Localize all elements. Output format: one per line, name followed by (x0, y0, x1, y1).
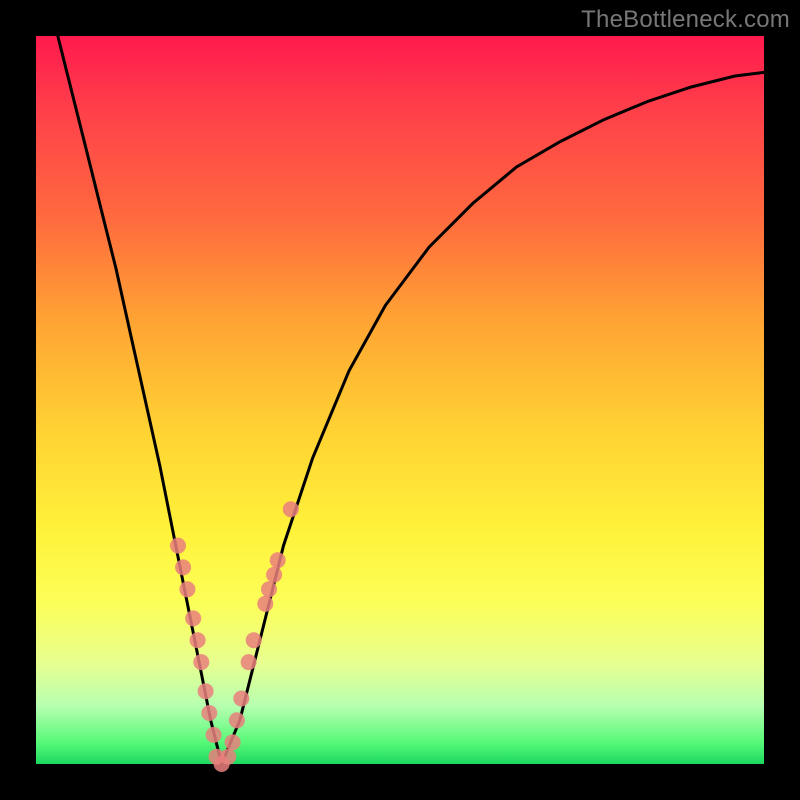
marker-dot (246, 632, 262, 648)
marker-dot (175, 559, 191, 575)
marker-dot (261, 581, 277, 597)
marker-dot (241, 654, 257, 670)
marker-dot (257, 596, 273, 612)
marker-dot (206, 727, 222, 743)
watermark-text: TheBottleneck.com (581, 6, 790, 34)
marker-dot (266, 567, 282, 583)
plot-area (36, 36, 764, 764)
marker-dot (170, 538, 186, 554)
marker-dot (190, 632, 206, 648)
marker-dot (270, 552, 286, 568)
chart-svg (36, 36, 764, 764)
marker-dot (185, 610, 201, 626)
marker-dot (193, 654, 209, 670)
curve-path-group (58, 36, 764, 764)
marker-dot (201, 705, 217, 721)
marker-dot (283, 501, 299, 517)
marker-dot (179, 581, 195, 597)
marker-dot (229, 712, 245, 728)
chart-frame: TheBottleneck.com (0, 0, 800, 800)
marker-dot (220, 749, 236, 765)
bottleneck-curve (58, 36, 764, 764)
marker-dot (233, 691, 249, 707)
marker-dot (198, 683, 214, 699)
marker-dot (225, 734, 241, 750)
